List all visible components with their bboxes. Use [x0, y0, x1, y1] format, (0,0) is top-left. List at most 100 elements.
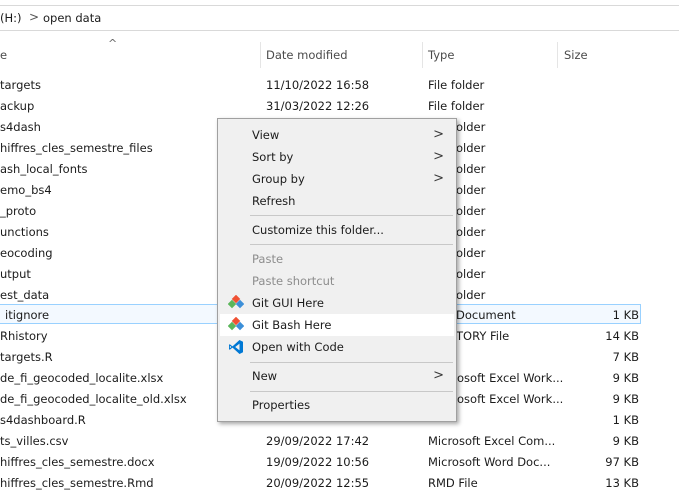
file-type: RMD File: [428, 476, 478, 490]
submenu-chevron-icon: >: [433, 368, 444, 383]
file-name: ts_villes.csv: [0, 434, 69, 448]
column-divider[interactable]: [557, 42, 558, 68]
submenu-chevron-icon: >: [433, 171, 444, 186]
file-name: s4dashboard.R: [0, 413, 86, 427]
file-type: TORY File: [456, 329, 510, 343]
vscode-icon: [229, 340, 243, 354]
context-menu: View > Sort by > Group by > Refresh Cust…: [217, 118, 457, 422]
file-type: File folder: [428, 99, 485, 113]
file-date: 31/03/2022 12:26: [266, 99, 370, 113]
file-row[interactable]: hiffres_cles_semestre.Rmd 20/09/2022 12:…: [0, 472, 679, 493]
file-type: osoft Excel Work...: [457, 392, 564, 406]
file-type: older: [456, 141, 486, 155]
file-row[interactable]: ts_villes.csv 29/09/2022 17:42 Microsoft…: [0, 430, 679, 451]
file-name: est_data: [0, 288, 50, 302]
menu-item-git-bash[interactable]: Git Bash Here: [220, 314, 454, 336]
menu-item-label: New: [252, 369, 278, 383]
column-divider[interactable]: [260, 42, 261, 68]
file-name: emo_bs4: [0, 183, 52, 197]
file-explorer-window: (H:) > open data ^ e Date modified Type …: [0, 0, 679, 494]
file-date: 29/09/2022 17:42: [266, 434, 370, 448]
address-bar[interactable]: (H:) > open data: [0, 5, 679, 31]
menu-item-customize-folder[interactable]: Customize this folder...: [220, 219, 454, 241]
file-date: 11/10/2022 16:58: [266, 78, 370, 92]
file-name: targets.R: [0, 350, 53, 364]
menu-item-label: Paste: [252, 252, 284, 266]
sort-ascending-icon: ^: [108, 37, 118, 50]
menu-item-refresh[interactable]: Refresh: [220, 190, 454, 212]
file-size: 14 KB: [605, 329, 639, 343]
file-name: utput: [0, 267, 31, 281]
menu-item-paste: Paste: [220, 248, 454, 270]
file-date: 20/09/2022 12:55: [266, 476, 370, 490]
menu-item-label: Paste shortcut: [252, 274, 335, 288]
menu-item-label: Group by: [252, 172, 305, 186]
file-size: 7 KB: [612, 350, 639, 364]
file-row[interactable]: ackup 31/03/2022 12:26 File folder: [0, 95, 679, 116]
file-name: unctions: [0, 225, 49, 239]
file-type: osoft Excel Work...: [457, 371, 564, 385]
file-type: Document: [456, 308, 516, 322]
menu-item-label: Customize this folder...: [252, 223, 384, 237]
menu-item-label: Refresh: [252, 194, 296, 208]
file-type: Microsoft Excel Com...: [428, 434, 556, 448]
menu-item-open-with-code[interactable]: Open with Code: [220, 336, 454, 358]
file-size: 13 KB: [605, 476, 639, 490]
file-type: older: [456, 183, 486, 197]
file-type: File folder: [428, 78, 485, 92]
file-type: older: [456, 246, 486, 260]
breadcrumb-drive[interactable]: (H:): [0, 11, 22, 25]
menu-item-label: Properties: [252, 398, 311, 412]
column-header-name[interactable]: e: [0, 48, 7, 62]
column-headers: ^ e Date modified Type Size: [0, 37, 679, 70]
breadcrumb-chevron-icon[interactable]: >: [29, 10, 39, 24]
menu-item-new[interactable]: New >: [220, 365, 454, 387]
menu-separator: [250, 391, 453, 392]
menu-item-label: Open with Code: [252, 340, 344, 354]
column-divider[interactable]: [422, 42, 423, 68]
file-name: ash_local_fonts: [0, 162, 88, 176]
file-row[interactable]: hiffres_cles_semestre.docx 19/09/2022 10…: [0, 451, 679, 472]
file-size: 1 KB: [612, 308, 639, 322]
file-name: targets: [0, 78, 41, 92]
file-name: de_fi_geocoded_localite.xlsx: [0, 371, 164, 385]
file-name: ackup: [0, 99, 35, 113]
menu-separator: [250, 362, 453, 363]
file-type: older: [456, 267, 486, 281]
breadcrumb-folder[interactable]: open data: [43, 11, 101, 25]
file-name: hiffres_cles_semestre.docx: [0, 455, 155, 469]
file-name: hiffres_cles_semestre_files: [0, 141, 153, 155]
file-size: 1 KB: [612, 413, 639, 427]
file-type: older: [456, 288, 486, 302]
menu-item-git-gui[interactable]: Git GUI Here: [220, 292, 454, 314]
file-row[interactable]: targets 11/10/2022 16:58 File folder: [0, 74, 679, 95]
file-size: 97 KB: [605, 455, 639, 469]
menu-separator: [250, 244, 453, 245]
submenu-chevron-icon: >: [433, 149, 444, 164]
submenu-chevron-icon: >: [433, 127, 444, 142]
file-name: Rhistory: [0, 329, 48, 343]
file-type: older: [456, 162, 486, 176]
file-name: eocoding: [0, 246, 53, 260]
menu-item-label: Sort by: [252, 150, 294, 164]
git-gui-icon: [228, 295, 244, 309]
menu-item-properties[interactable]: Properties: [220, 394, 454, 416]
menu-item-label: View: [252, 128, 280, 142]
file-date: 19/09/2022 10:56: [266, 455, 370, 469]
menu-item-view[interactable]: View >: [220, 124, 454, 146]
menu-item-label: Git Bash Here: [252, 318, 332, 332]
file-size: 9 KB: [612, 392, 639, 406]
column-header-type[interactable]: Type: [428, 48, 454, 62]
menu-separator: [250, 215, 453, 216]
column-header-date[interactable]: Date modified: [266, 48, 348, 62]
file-type: Microsoft Word Doc...: [428, 455, 551, 469]
menu-item-sort-by[interactable]: Sort by >: [220, 146, 454, 168]
file-type: older: [456, 204, 486, 218]
file-size: 9 KB: [612, 371, 639, 385]
menu-item-paste-shortcut: Paste shortcut: [220, 270, 454, 292]
file-type: older: [456, 120, 486, 134]
file-size: 9 KB: [612, 434, 639, 448]
menu-item-group-by[interactable]: Group by >: [220, 168, 454, 190]
column-header-size[interactable]: Size: [564, 48, 588, 62]
file-type: older: [456, 225, 486, 239]
